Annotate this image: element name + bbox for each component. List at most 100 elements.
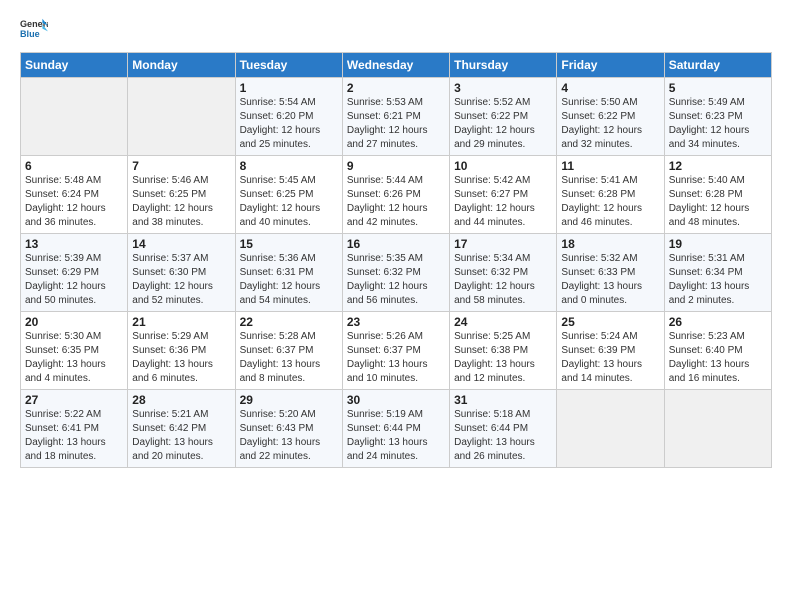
calendar-cell: 31Sunrise: 5:18 AM Sunset: 6:44 PM Dayli… bbox=[450, 390, 557, 468]
calendar-cell: 30Sunrise: 5:19 AM Sunset: 6:44 PM Dayli… bbox=[342, 390, 449, 468]
calendar-cell: 13Sunrise: 5:39 AM Sunset: 6:29 PM Dayli… bbox=[21, 234, 128, 312]
day-number: 21 bbox=[132, 315, 230, 329]
calendar-cell: 17Sunrise: 5:34 AM Sunset: 6:32 PM Dayli… bbox=[450, 234, 557, 312]
day-number: 20 bbox=[25, 315, 123, 329]
calendar-week-4: 20Sunrise: 5:30 AM Sunset: 6:35 PM Dayli… bbox=[21, 312, 772, 390]
calendar-cell: 12Sunrise: 5:40 AM Sunset: 6:28 PM Dayli… bbox=[664, 156, 771, 234]
header: GeneralBlue bbox=[20, 16, 772, 44]
day-info: Sunrise: 5:18 AM Sunset: 6:44 PM Dayligh… bbox=[454, 408, 552, 464]
calendar-cell: 6Sunrise: 5:48 AM Sunset: 6:24 PM Daylig… bbox=[21, 156, 128, 234]
calendar-cell: 27Sunrise: 5:22 AM Sunset: 6:41 PM Dayli… bbox=[21, 390, 128, 468]
day-info: Sunrise: 5:28 AM Sunset: 6:37 PM Dayligh… bbox=[240, 330, 338, 386]
calendar-week-2: 6Sunrise: 5:48 AM Sunset: 6:24 PM Daylig… bbox=[21, 156, 772, 234]
day-info: Sunrise: 5:34 AM Sunset: 6:32 PM Dayligh… bbox=[454, 252, 552, 308]
day-info: Sunrise: 5:46 AM Sunset: 6:25 PM Dayligh… bbox=[132, 174, 230, 230]
day-info: Sunrise: 5:54 AM Sunset: 6:20 PM Dayligh… bbox=[240, 96, 338, 152]
calendar-cell: 15Sunrise: 5:36 AM Sunset: 6:31 PM Dayli… bbox=[235, 234, 342, 312]
day-number: 25 bbox=[561, 315, 659, 329]
day-number: 18 bbox=[561, 237, 659, 251]
day-number: 4 bbox=[561, 81, 659, 95]
day-info: Sunrise: 5:49 AM Sunset: 6:23 PM Dayligh… bbox=[669, 96, 767, 152]
calendar-week-1: 1Sunrise: 5:54 AM Sunset: 6:20 PM Daylig… bbox=[21, 78, 772, 156]
calendar-cell: 21Sunrise: 5:29 AM Sunset: 6:36 PM Dayli… bbox=[128, 312, 235, 390]
logo-icon: GeneralBlue bbox=[20, 16, 48, 44]
day-info: Sunrise: 5:32 AM Sunset: 6:33 PM Dayligh… bbox=[561, 252, 659, 308]
day-info: Sunrise: 5:42 AM Sunset: 6:27 PM Dayligh… bbox=[454, 174, 552, 230]
calendar-cell: 7Sunrise: 5:46 AM Sunset: 6:25 PM Daylig… bbox=[128, 156, 235, 234]
weekday-header-wednesday: Wednesday bbox=[342, 53, 449, 78]
page: GeneralBlue SundayMondayTuesdayWednesday… bbox=[0, 0, 792, 478]
calendar-cell: 3Sunrise: 5:52 AM Sunset: 6:22 PM Daylig… bbox=[450, 78, 557, 156]
day-number: 27 bbox=[25, 393, 123, 407]
weekday-header-thursday: Thursday bbox=[450, 53, 557, 78]
day-number: 28 bbox=[132, 393, 230, 407]
day-info: Sunrise: 5:26 AM Sunset: 6:37 PM Dayligh… bbox=[347, 330, 445, 386]
calendar-cell: 2Sunrise: 5:53 AM Sunset: 6:21 PM Daylig… bbox=[342, 78, 449, 156]
day-info: Sunrise: 5:50 AM Sunset: 6:22 PM Dayligh… bbox=[561, 96, 659, 152]
calendar-cell bbox=[664, 390, 771, 468]
calendar-cell: 24Sunrise: 5:25 AM Sunset: 6:38 PM Dayli… bbox=[450, 312, 557, 390]
logo: GeneralBlue bbox=[20, 16, 48, 44]
day-number: 16 bbox=[347, 237, 445, 251]
day-number: 24 bbox=[454, 315, 552, 329]
calendar-week-3: 13Sunrise: 5:39 AM Sunset: 6:29 PM Dayli… bbox=[21, 234, 772, 312]
day-info: Sunrise: 5:53 AM Sunset: 6:21 PM Dayligh… bbox=[347, 96, 445, 152]
calendar-cell bbox=[21, 78, 128, 156]
calendar-cell: 9Sunrise: 5:44 AM Sunset: 6:26 PM Daylig… bbox=[342, 156, 449, 234]
calendar-cell: 18Sunrise: 5:32 AM Sunset: 6:33 PM Dayli… bbox=[557, 234, 664, 312]
calendar-cell bbox=[557, 390, 664, 468]
day-number: 30 bbox=[347, 393, 445, 407]
calendar-cell: 28Sunrise: 5:21 AM Sunset: 6:42 PM Dayli… bbox=[128, 390, 235, 468]
day-number: 26 bbox=[669, 315, 767, 329]
calendar-cell: 26Sunrise: 5:23 AM Sunset: 6:40 PM Dayli… bbox=[664, 312, 771, 390]
day-info: Sunrise: 5:37 AM Sunset: 6:30 PM Dayligh… bbox=[132, 252, 230, 308]
calendar-cell: 25Sunrise: 5:24 AM Sunset: 6:39 PM Dayli… bbox=[557, 312, 664, 390]
day-number: 31 bbox=[454, 393, 552, 407]
calendar-cell: 20Sunrise: 5:30 AM Sunset: 6:35 PM Dayli… bbox=[21, 312, 128, 390]
day-number: 23 bbox=[347, 315, 445, 329]
calendar-cell: 11Sunrise: 5:41 AM Sunset: 6:28 PM Dayli… bbox=[557, 156, 664, 234]
day-number: 17 bbox=[454, 237, 552, 251]
day-number: 8 bbox=[240, 159, 338, 173]
day-info: Sunrise: 5:41 AM Sunset: 6:28 PM Dayligh… bbox=[561, 174, 659, 230]
day-info: Sunrise: 5:39 AM Sunset: 6:29 PM Dayligh… bbox=[25, 252, 123, 308]
day-number: 2 bbox=[347, 81, 445, 95]
day-number: 29 bbox=[240, 393, 338, 407]
day-number: 13 bbox=[25, 237, 123, 251]
calendar-cell: 1Sunrise: 5:54 AM Sunset: 6:20 PM Daylig… bbox=[235, 78, 342, 156]
weekday-header-tuesday: Tuesday bbox=[235, 53, 342, 78]
day-number: 3 bbox=[454, 81, 552, 95]
day-number: 10 bbox=[454, 159, 552, 173]
day-info: Sunrise: 5:44 AM Sunset: 6:26 PM Dayligh… bbox=[347, 174, 445, 230]
day-info: Sunrise: 5:48 AM Sunset: 6:24 PM Dayligh… bbox=[25, 174, 123, 230]
calendar-cell: 19Sunrise: 5:31 AM Sunset: 6:34 PM Dayli… bbox=[664, 234, 771, 312]
day-info: Sunrise: 5:29 AM Sunset: 6:36 PM Dayligh… bbox=[132, 330, 230, 386]
calendar-cell: 14Sunrise: 5:37 AM Sunset: 6:30 PM Dayli… bbox=[128, 234, 235, 312]
day-number: 12 bbox=[669, 159, 767, 173]
day-info: Sunrise: 5:23 AM Sunset: 6:40 PM Dayligh… bbox=[669, 330, 767, 386]
day-info: Sunrise: 5:25 AM Sunset: 6:38 PM Dayligh… bbox=[454, 330, 552, 386]
weekday-header-saturday: Saturday bbox=[664, 53, 771, 78]
calendar-table: SundayMondayTuesdayWednesdayThursdayFrid… bbox=[20, 52, 772, 468]
day-number: 11 bbox=[561, 159, 659, 173]
day-number: 5 bbox=[669, 81, 767, 95]
day-info: Sunrise: 5:24 AM Sunset: 6:39 PM Dayligh… bbox=[561, 330, 659, 386]
day-number: 19 bbox=[669, 237, 767, 251]
calendar-cell: 16Sunrise: 5:35 AM Sunset: 6:32 PM Dayli… bbox=[342, 234, 449, 312]
day-number: 22 bbox=[240, 315, 338, 329]
weekday-header-sunday: Sunday bbox=[21, 53, 128, 78]
day-info: Sunrise: 5:45 AM Sunset: 6:25 PM Dayligh… bbox=[240, 174, 338, 230]
calendar-cell: 10Sunrise: 5:42 AM Sunset: 6:27 PM Dayli… bbox=[450, 156, 557, 234]
day-info: Sunrise: 5:30 AM Sunset: 6:35 PM Dayligh… bbox=[25, 330, 123, 386]
calendar-cell: 29Sunrise: 5:20 AM Sunset: 6:43 PM Dayli… bbox=[235, 390, 342, 468]
calendar-cell: 5Sunrise: 5:49 AM Sunset: 6:23 PM Daylig… bbox=[664, 78, 771, 156]
day-number: 14 bbox=[132, 237, 230, 251]
calendar-cell bbox=[128, 78, 235, 156]
day-info: Sunrise: 5:52 AM Sunset: 6:22 PM Dayligh… bbox=[454, 96, 552, 152]
weekday-header-friday: Friday bbox=[557, 53, 664, 78]
day-number: 7 bbox=[132, 159, 230, 173]
weekday-header-row: SundayMondayTuesdayWednesdayThursdayFrid… bbox=[21, 53, 772, 78]
day-info: Sunrise: 5:20 AM Sunset: 6:43 PM Dayligh… bbox=[240, 408, 338, 464]
calendar-cell: 23Sunrise: 5:26 AM Sunset: 6:37 PM Dayli… bbox=[342, 312, 449, 390]
day-info: Sunrise: 5:35 AM Sunset: 6:32 PM Dayligh… bbox=[347, 252, 445, 308]
